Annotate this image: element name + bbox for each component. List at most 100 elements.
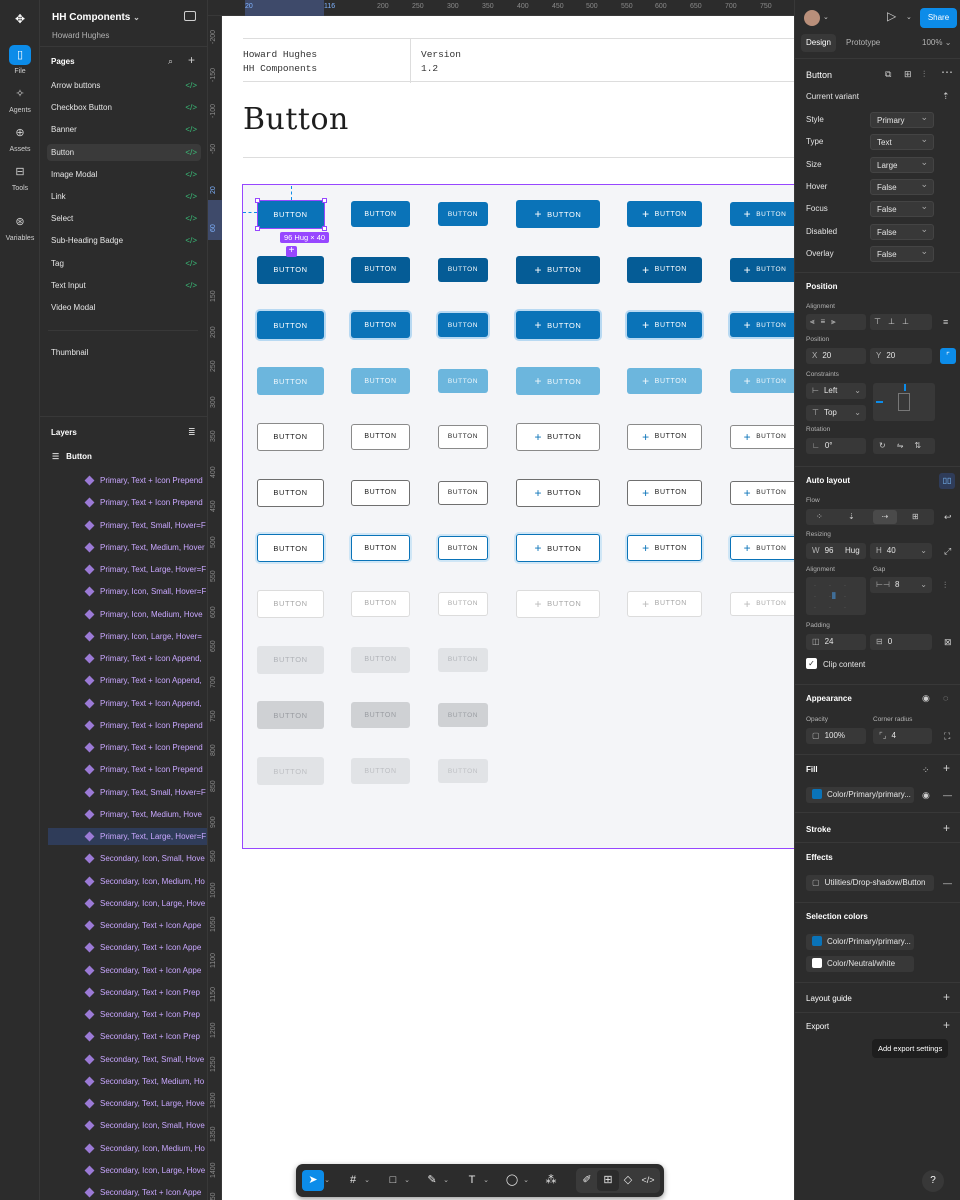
button-variant[interactable]: BUTTON <box>351 702 410 729</box>
auto-layout-toggle-icon[interactable]: ▯▯ <box>939 473 955 489</box>
padding-vertical-field[interactable]: ⊟ 0 <box>870 634 932 650</box>
resize-handle[interactable] <box>322 226 327 231</box>
chevron-down-icon[interactable]: ⌄ <box>823 12 829 24</box>
button-variant[interactable]: + BUTTON <box>627 256 702 283</box>
layer-item[interactable]: Secondary, Text + Icon Appe <box>48 962 207 979</box>
align-horizontal-group[interactable]: ⫷≡⫸ <box>806 314 866 330</box>
rail-assets[interactable]: ⊕ Assets <box>0 123 40 153</box>
dev-mode-icon[interactable]: </> <box>637 1170 659 1191</box>
button-variants-frame[interactable]: BUTTON BUTTON BUTTON + BUTTON + BUTTON + BUTTON B… <box>242 184 794 849</box>
resize-handle[interactable] <box>255 198 260 203</box>
button-variant[interactable]: BUTTON <box>438 703 488 728</box>
frame-tool-icon[interactable]: # <box>342 1170 364 1191</box>
design-mode-icon[interactable]: ⊞ <box>597 1170 619 1191</box>
button-variant[interactable]: BUTTON <box>351 646 410 673</box>
wrap-icon[interactable]: ↩ <box>944 511 952 523</box>
comment-tool-icon[interactable]: ◯ <box>501 1170 523 1191</box>
add-page-icon[interactable]: + <box>188 54 195 66</box>
prop-select[interactable]: False <box>870 222 934 240</box>
flow-options[interactable]: ⁘ ⇣ ⇢ ⊞ <box>806 509 934 525</box>
button-variant[interactable]: + BUTTON <box>730 536 794 561</box>
layer-item[interactable]: Secondary, Icon, Small, Hove <box>48 850 207 867</box>
button-variant[interactable]: BUTTON <box>351 368 410 395</box>
page-item[interactable]: Tag </> <box>47 255 201 272</box>
button-variant[interactable]: BUTTON <box>257 422 324 451</box>
chevron-down-icon[interactable]: ⌄ <box>322 1170 332 1191</box>
page-item[interactable]: Link </> <box>47 188 201 205</box>
vertical-constraint-select[interactable]: ⊤ Top ⌄ <box>806 405 866 421</box>
prop-select[interactable]: Large <box>870 155 934 173</box>
button-variant[interactable]: + BUTTON <box>627 201 702 227</box>
layer-item[interactable]: Primary, Text + Icon Prepend <box>48 739 207 756</box>
layer-item[interactable]: Secondary, Icon, Medium, Ho <box>48 873 207 890</box>
button-variant[interactable]: + BUTTON <box>516 255 600 284</box>
component-icon[interactable]: ⧉ <box>885 68 891 80</box>
prop-select[interactable]: False <box>870 199 934 218</box>
button-variant[interactable]: + BUTTON <box>516 478 600 507</box>
add-layout-guide-icon[interactable]: + <box>943 991 950 1003</box>
layer-item[interactable]: Primary, Text, Small, Hover=F <box>48 784 207 801</box>
layer-item[interactable]: Primary, Text, Large, Hover=F <box>48 828 207 845</box>
rail-agents[interactable]: ✧ Agents <box>0 84 40 114</box>
tab-prototype[interactable]: Prototype <box>841 34 885 52</box>
constraints-widget[interactable] <box>873 383 935 421</box>
search-icon[interactable]: ⌕ <box>168 55 173 67</box>
layer-item[interactable]: Secondary, Text, Small, Hove <box>48 1051 207 1068</box>
page-item[interactable]: Checkbox Button </> <box>47 99 201 116</box>
individual-padding-icon[interactable]: ⊠ <box>944 636 952 648</box>
layer-item[interactable]: Primary, Text, Large, Hover=F <box>48 561 207 578</box>
button-variant[interactable]: + BUTTON <box>516 367 600 396</box>
button-variant[interactable]: + BUTTON <box>627 423 702 450</box>
button-variant[interactable]: BUTTON <box>257 645 324 674</box>
button-variant[interactable]: BUTTON <box>257 757 324 785</box>
button-variant[interactable]: BUTTON <box>257 311 324 340</box>
button-variant[interactable]: BUTTON <box>351 479 410 506</box>
page-item[interactable]: Arrow buttons </> <box>47 77 201 94</box>
button-variant[interactable]: BUTTON <box>351 423 410 450</box>
layer-item[interactable]: Primary, Text, Medium, Hover <box>48 539 207 556</box>
eye-icon[interactable]: ◉ <box>922 789 930 801</box>
distribute-icon[interactable]: ≡ <box>943 316 948 328</box>
grid-icon[interactable]: ⊞ <box>904 68 912 80</box>
rail-tools[interactable]: ⊟ Tools <box>0 162 40 192</box>
y-field[interactable]: Y 20 <box>870 348 932 364</box>
move-tool-icon[interactable]: ➤ <box>302 1170 324 1191</box>
button-variant[interactable]: BUTTON <box>438 759 488 783</box>
draw-mode-icon[interactable]: ✐ <box>576 1170 598 1191</box>
button-variant[interactable]: + BUTTON <box>730 369 794 394</box>
collapse-layers-icon[interactable]: ≣ <box>188 426 196 438</box>
button-variant[interactable]: BUTTON <box>257 589 324 618</box>
page-item[interactable]: Banner </> <box>47 121 201 138</box>
layer-item[interactable]: Primary, Icon, Medium, Hove <box>48 606 207 623</box>
prop-select[interactable]: Text <box>870 132 934 151</box>
chevron-down-icon[interactable]: ⌄ <box>481 1170 491 1191</box>
page-item[interactable]: Select </> <box>47 210 201 227</box>
layer-item[interactable]: Primary, Text + Icon Append, <box>48 650 207 667</box>
page-item-thumbnail[interactable]: Thumbnail <box>47 344 201 361</box>
text-tool-icon[interactable]: T <box>461 1170 483 1191</box>
chevron-down-icon[interactable]: ⌄ <box>441 1170 451 1191</box>
layer-item[interactable]: Secondary, Text + Icon Appe <box>48 939 207 956</box>
button-variant[interactable]: BUTTON <box>257 255 324 284</box>
reset-variant-icon[interactable]: ⇡ <box>942 90 950 102</box>
height-field[interactable]: H 40 ⌄ <box>870 543 932 559</box>
sidebar-toggle-icon[interactable] <box>184 11 196 21</box>
layer-item[interactable]: Primary, Text + Icon Prepend <box>48 761 207 778</box>
button-variant[interactable]: + BUTTON <box>516 422 600 451</box>
button-variant[interactable]: BUTTON <box>438 257 488 282</box>
constraint-toggle-icon[interactable]: ⌜ <box>940 348 956 364</box>
layer-item[interactable]: Secondary, Text + Icon Prep <box>48 984 207 1001</box>
rotation-field[interactable]: ∟ 0° <box>806 438 866 454</box>
figma-logo-icon[interactable]: ✥ <box>13 12 27 26</box>
opacity-field[interactable]: ▢ 100% <box>806 728 866 744</box>
play-icon[interactable]: ▷ <box>887 10 896 22</box>
page-item[interactable]: Text Input </> <box>47 277 201 294</box>
layer-item[interactable]: Secondary, Text, Large, Hove <box>48 1095 207 1112</box>
button-variant[interactable]: + BUTTON <box>516 589 600 618</box>
blend-mode-icon[interactable]: ◌ <box>943 692 948 704</box>
page-item[interactable]: Sub-Heading Badge </> <box>47 232 201 249</box>
rail-variables[interactable]: ⊛ Variables <box>0 212 40 242</box>
add-stroke-icon[interactable]: + <box>943 822 950 834</box>
button-variant[interactable]: + BUTTON <box>516 534 600 563</box>
horizontal-constraint-select[interactable]: ⊢ Left ⌄ <box>806 383 866 399</box>
